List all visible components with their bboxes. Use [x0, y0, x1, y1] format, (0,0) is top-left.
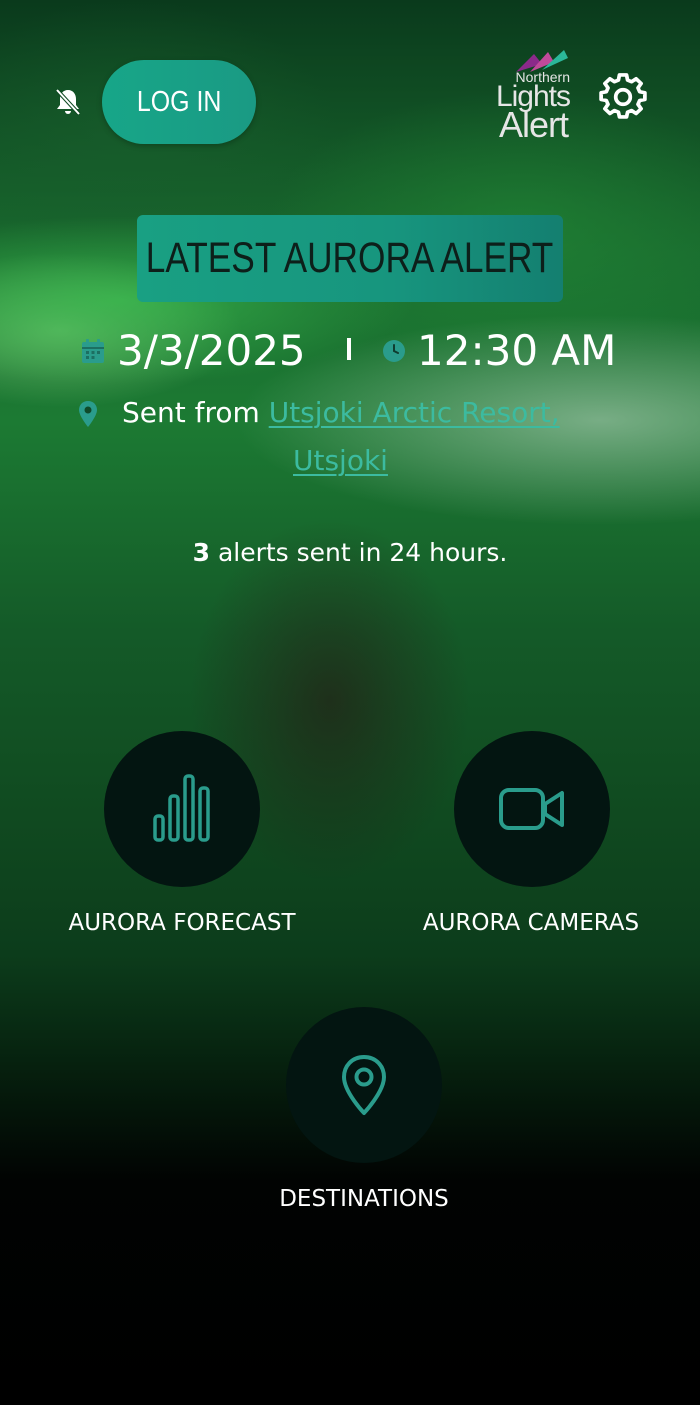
alert-source: Sent from Utsjoki Arctic Resort, Utsjoki — [122, 395, 642, 479]
aurora-cameras-button[interactable] — [454, 731, 610, 887]
alert-time: 12:30 AM — [417, 326, 617, 375]
logo-text-alert: Alert — [498, 104, 569, 145]
datetime-divider — [347, 338, 351, 360]
calendar-icon — [81, 338, 105, 364]
alerts-count-suffix: alerts sent in 24 hours. — [210, 538, 508, 567]
destinations-label[interactable]: DESTINATIONS — [244, 1184, 484, 1214]
login-button-label: LOG IN — [136, 85, 222, 118]
clock-icon — [382, 339, 406, 363]
bell-off-icon[interactable] — [54, 87, 82, 117]
alert-location-link-city[interactable]: Utsjoki — [293, 443, 642, 479]
video-camera-icon — [499, 788, 564, 830]
northern-lights-alert-logo: Northern Lights Alert — [484, 48, 571, 145]
gear-icon[interactable] — [598, 72, 648, 122]
aurora-forecast-button[interactable] — [104, 731, 260, 887]
alert-location-link[interactable]: Utsjoki Arctic Resort, — [269, 396, 560, 429]
alerts-count-number: 3 — [192, 538, 210, 567]
map-pin-outline-icon — [342, 1055, 386, 1115]
alert-date: 3/3/2025 — [117, 326, 306, 375]
alert-datetime-row: 3/3/2025 12:30 AM — [80, 322, 640, 378]
login-button[interactable]: LOG IN — [102, 60, 256, 144]
latest-alert-banner: LATEST AURORA ALERT — [137, 215, 563, 302]
aurora-cameras-label[interactable]: AURORA CAMERAS — [412, 908, 650, 938]
map-pin-icon — [78, 400, 98, 428]
alerts-count-text: 3 alerts sent in 24 hours. — [0, 536, 700, 570]
destinations-button[interactable] — [286, 1007, 442, 1163]
latest-alert-title: LATEST AURORA ALERT — [146, 234, 554, 282]
aurora-forecast-label[interactable]: AURORA FORECAST — [62, 908, 302, 938]
bar-chart-icon — [153, 774, 210, 842]
sent-from-label: Sent from — [122, 396, 260, 429]
